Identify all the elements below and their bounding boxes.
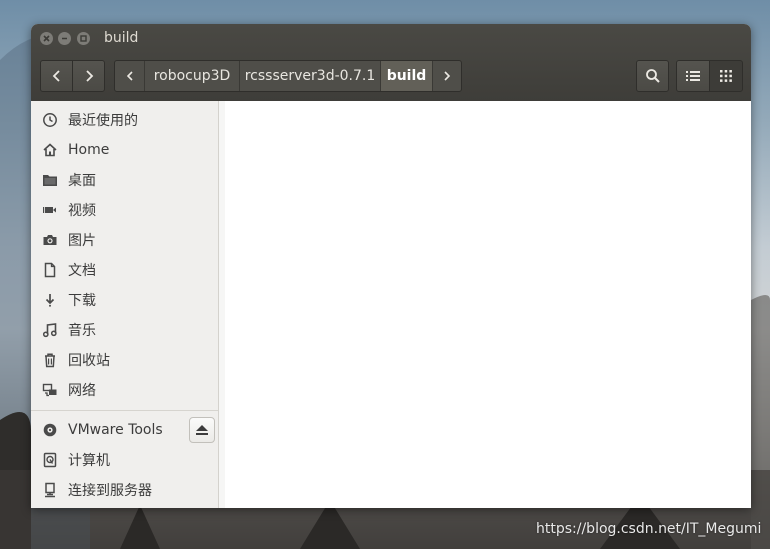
sidebar-item-vmware-tools[interactable]: VMware Tools [31, 415, 186, 445]
sidebar-item-label: 回收站 [68, 353, 110, 369]
sidebar-item-label: 文档 [68, 263, 96, 279]
sidebar-item-desktop[interactable]: 桌面 [31, 165, 218, 195]
document-icon [42, 262, 58, 278]
breadcrumb-item-build[interactable]: build [381, 61, 433, 91]
breadcrumb-item-robocup3d[interactable]: robocup3D [145, 61, 240, 91]
maximize-button[interactable] [77, 32, 90, 45]
folder-icon [42, 172, 58, 188]
header-bar: build robocup3D rcssserver3d-0.7.1 build [31, 24, 751, 101]
breadcrumb: robocup3D rcssserver3d-0.7.1 build [114, 60, 462, 92]
sidebar-item-pictures[interactable]: 图片 [31, 225, 218, 255]
camera-icon [42, 232, 58, 248]
sidebar-separator [31, 410, 218, 411]
close-icon [43, 35, 50, 42]
grid-view-button[interactable] [709, 60, 743, 92]
music-icon [42, 322, 58, 338]
sidebar-item-documents[interactable]: 文档 [31, 255, 218, 285]
sidebar-item-label: 音乐 [68, 323, 96, 339]
home-icon [42, 142, 58, 158]
chevron-left-icon [126, 71, 133, 81]
minimize-icon [62, 37, 67, 40]
minimize-button[interactable] [58, 32, 71, 45]
sidebar-item-label: 下载 [68, 293, 96, 309]
forward-button[interactable] [72, 60, 105, 92]
sidebar-item-downloads[interactable]: 下载 [31, 285, 218, 315]
computer-icon [42, 452, 58, 468]
file-view-area[interactable] [225, 101, 751, 508]
list-view-button[interactable] [676, 60, 710, 92]
watermark-text: https://blog.csdn.net/IT_Megumi [536, 521, 762, 537]
network-icon [42, 382, 58, 398]
sidebar-item-music[interactable]: 音乐 [31, 315, 218, 345]
sidebar-item-home[interactable]: Home [31, 135, 218, 165]
grid-view-icon [720, 70, 732, 82]
window-title: build [104, 30, 139, 46]
file-manager-window: build robocup3D rcssserver3d-0.7.1 build [31, 24, 751, 508]
maximize-icon [80, 35, 87, 42]
sidebar-item-recent[interactable]: 最近使用的 [31, 105, 218, 135]
clock-icon [42, 112, 58, 128]
sidebar-item-label: 视频 [68, 203, 96, 219]
search-icon [645, 69, 660, 83]
sidebar-item-label: 计算机 [68, 453, 110, 469]
eject-icon [196, 425, 208, 435]
sidebar-item-label: 网络 [68, 383, 96, 399]
trash-icon [42, 352, 58, 368]
sidebar-item-trash[interactable]: 回收站 [31, 345, 218, 375]
list-view-icon [686, 71, 700, 81]
sidebar-item-connect-server[interactable]: 连接到服务器 [31, 475, 218, 505]
video-icon [42, 202, 58, 218]
sidebar-item-label: 图片 [68, 233, 96, 249]
chevron-right-icon [85, 70, 93, 82]
breadcrumb-item-rcssserver3d[interactable]: rcssserver3d-0.7.1 [240, 61, 381, 91]
server-icon [42, 482, 58, 498]
sidebar-item-label: 最近使用的 [68, 113, 138, 129]
back-button[interactable] [40, 60, 73, 92]
eject-button[interactable] [189, 417, 215, 443]
disc-icon [42, 422, 58, 438]
sidebar-item-network[interactable]: 网络 [31, 375, 218, 405]
sidebar-item-computer[interactable]: 计算机 [31, 445, 218, 475]
sidebar-item-label: VMware Tools [68, 422, 163, 438]
sidebar-item-videos[interactable]: 视频 [31, 195, 218, 225]
sidebar-item-label: Home [68, 142, 110, 158]
download-icon [42, 292, 58, 308]
sidebar: 最近使用的 Home 桌面 视频 图片 文档 下载 音乐 回收站 网络 VMwa… [31, 101, 219, 508]
sidebar-item-label: 连接到服务器 [68, 483, 152, 499]
close-button[interactable] [40, 32, 53, 45]
breadcrumb-scroll-left[interactable] [115, 61, 145, 91]
search-button[interactable] [636, 60, 669, 92]
sidebar-item-label: 桌面 [68, 173, 96, 189]
chevron-right-icon [444, 71, 451, 81]
breadcrumb-scroll-right[interactable] [433, 61, 461, 91]
chevron-left-icon [52, 70, 60, 82]
